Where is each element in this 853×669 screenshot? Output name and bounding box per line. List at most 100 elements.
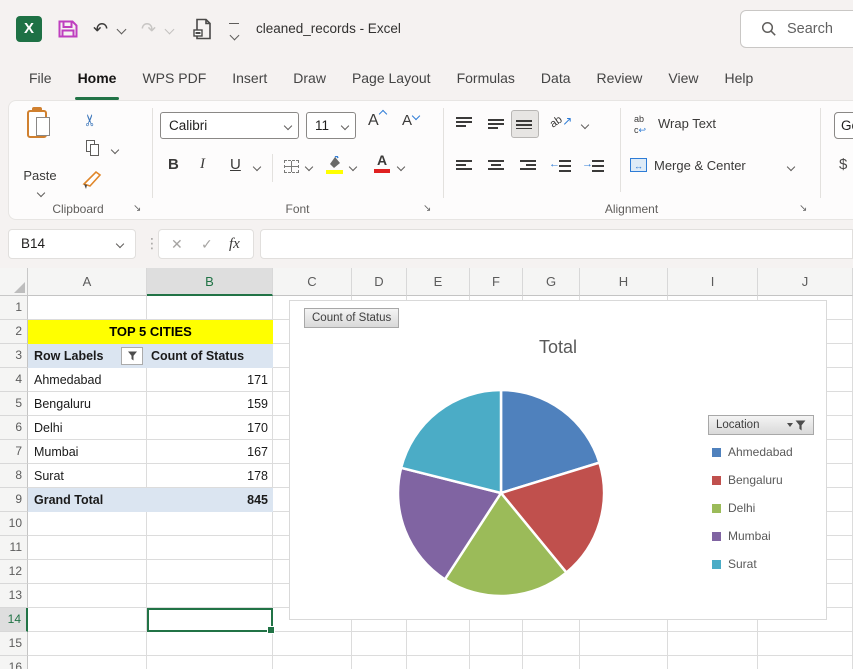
pivot-row-value[interactable]: 171 bbox=[147, 368, 273, 392]
row-header-15[interactable]: 15 bbox=[0, 632, 28, 656]
font-name-select[interactable]: Calibri bbox=[160, 112, 299, 139]
row-header-11[interactable]: 11 bbox=[0, 536, 28, 560]
font-color-button[interactable]: A bbox=[374, 153, 390, 173]
chart-field-button-count-of-status[interactable]: Count of Status bbox=[304, 308, 399, 328]
row-header-5[interactable]: 5 bbox=[0, 392, 28, 416]
legend-item-delhi[interactable]: Delhi bbox=[712, 501, 755, 515]
pie-chart[interactable] bbox=[391, 383, 611, 603]
align-middle-icon[interactable] bbox=[488, 117, 504, 129]
name-box[interactable]: B14 bbox=[8, 229, 136, 259]
pivot-grand-total-value[interactable]: 845 bbox=[147, 488, 273, 512]
tab-review[interactable]: Review bbox=[584, 58, 656, 100]
column-header-J[interactable]: J bbox=[758, 268, 853, 296]
legend-item-mumbai[interactable]: Mumbai bbox=[712, 529, 771, 543]
legend-item-ahmedabad[interactable]: Ahmedabad bbox=[712, 445, 793, 459]
chart-title[interactable]: Total bbox=[290, 337, 826, 358]
font-dialog-launcher-icon[interactable]: ↘ bbox=[423, 203, 431, 215]
pivot-grand-total-label[interactable]: Grand Total bbox=[28, 488, 147, 512]
accounting-format-button[interactable]: $ bbox=[839, 156, 847, 173]
column-header-F[interactable]: F bbox=[470, 268, 523, 296]
row-header-13[interactable]: 13 bbox=[0, 584, 28, 608]
column-header-C[interactable]: C bbox=[273, 268, 352, 296]
legend-item-surat[interactable]: Surat bbox=[712, 557, 757, 571]
select-all-corner[interactable] bbox=[0, 268, 28, 296]
font-size-select[interactable]: 11 bbox=[306, 112, 356, 139]
tab-data[interactable]: Data bbox=[528, 58, 584, 100]
merge-center-label[interactable]: Merge & Center bbox=[654, 158, 746, 173]
wrap-text-label[interactable]: Wrap Text bbox=[658, 116, 716, 131]
legend-item-bengaluru[interactable]: Bengaluru bbox=[712, 473, 783, 487]
column-header-D[interactable]: D bbox=[352, 268, 407, 296]
fill-color-button[interactable] bbox=[326, 156, 343, 174]
wrap-text-icon[interactable]: abc↩ bbox=[634, 113, 654, 135]
tab-insert[interactable]: Insert bbox=[219, 58, 280, 100]
merge-center-icon[interactable]: ↔ bbox=[630, 158, 647, 172]
alignment-dialog-launcher-icon[interactable]: ↘ bbox=[799, 203, 807, 215]
search-box[interactable]: Search bbox=[740, 10, 853, 48]
column-header-G[interactable]: G bbox=[523, 268, 580, 296]
tab-draw[interactable]: Draw bbox=[280, 58, 339, 100]
row-header-1[interactable]: 1 bbox=[0, 296, 28, 320]
pivot-row-label-ahmedabad[interactable]: Ahmedabad bbox=[28, 368, 147, 392]
formula-bar-drag-handle[interactable]: ⋮ bbox=[145, 235, 159, 252]
row-header-6[interactable]: 6 bbox=[0, 416, 28, 440]
formula-input[interactable] bbox=[260, 229, 853, 259]
align-bottom-selected[interactable] bbox=[511, 110, 539, 138]
name-box-chevron-icon[interactable] bbox=[116, 240, 124, 248]
row-labels-filter-button[interactable] bbox=[121, 347, 143, 365]
pivot-header-count-of-status[interactable]: Count of Status bbox=[147, 344, 273, 368]
tab-home[interactable]: Home bbox=[65, 58, 130, 100]
increase-font-size-button[interactable]: A bbox=[368, 112, 385, 130]
save-icon[interactable] bbox=[56, 17, 80, 41]
customize-quick-access-icon[interactable] bbox=[228, 23, 240, 44]
pivot-row-value[interactable]: 178 bbox=[147, 464, 273, 488]
cut-icon[interactable]: ✂ bbox=[81, 113, 101, 126]
pivot-row-value[interactable]: 159 bbox=[147, 392, 273, 416]
row-header-10[interactable]: 10 bbox=[0, 512, 28, 536]
column-header-E[interactable]: E bbox=[407, 268, 470, 296]
pivot-row-label-surat[interactable]: Surat bbox=[28, 464, 147, 488]
column-header-B[interactable]: B bbox=[147, 268, 273, 296]
row-header-14[interactable]: 14 bbox=[0, 608, 28, 632]
pivot-row-label-bengaluru[interactable]: Bengaluru bbox=[28, 392, 147, 416]
number-format-select[interactable]: Gen bbox=[834, 112, 853, 139]
excel-logo-icon[interactable]: X bbox=[16, 16, 42, 42]
selected-cell-b14[interactable] bbox=[147, 608, 273, 632]
tab-file[interactable]: File bbox=[16, 58, 65, 100]
align-center-icon[interactable] bbox=[488, 160, 504, 172]
print-preview-icon[interactable] bbox=[190, 16, 216, 42]
row-header-2[interactable]: 2 bbox=[0, 320, 28, 344]
format-painter-icon[interactable] bbox=[82, 170, 104, 190]
italic-button[interactable]: I bbox=[200, 156, 205, 173]
clipboard-dialog-launcher-icon[interactable]: ↘ bbox=[133, 203, 141, 215]
fill-handle[interactable] bbox=[267, 626, 275, 634]
pivot-row-value[interactable]: 167 bbox=[147, 440, 273, 464]
pivot-chart[interactable]: Count of Status Total Location Ahmedabad… bbox=[289, 300, 827, 620]
bold-button[interactable]: B bbox=[168, 156, 179, 173]
row-header-12[interactable]: 12 bbox=[0, 560, 28, 584]
borders-icon[interactable] bbox=[284, 160, 299, 173]
column-header-H[interactable]: H bbox=[580, 268, 668, 296]
align-top-icon[interactable] bbox=[456, 117, 472, 129]
pivot-row-label-delhi[interactable]: Delhi bbox=[28, 416, 147, 440]
chart-field-button-location[interactable]: Location bbox=[708, 415, 814, 435]
undo-chevron-icon[interactable] bbox=[117, 25, 127, 35]
copy-icon[interactable] bbox=[86, 140, 100, 156]
orientation-icon[interactable]: ab↗ bbox=[550, 112, 572, 130]
underline-button[interactable]: U bbox=[230, 156, 241, 173]
row-header-8[interactable]: 8 bbox=[0, 464, 28, 488]
column-header-I[interactable]: I bbox=[668, 268, 758, 296]
align-right-icon[interactable] bbox=[520, 160, 536, 172]
tab-help[interactable]: Help bbox=[712, 58, 767, 100]
tab-page-layout[interactable]: Page Layout bbox=[339, 58, 444, 100]
column-header-A[interactable]: A bbox=[28, 268, 147, 296]
tab-view[interactable]: View bbox=[655, 58, 711, 100]
enter-icon[interactable]: ✓ bbox=[201, 230, 213, 258]
pivot-row-value[interactable]: 170 bbox=[147, 416, 273, 440]
cancel-icon[interactable]: ✕ bbox=[171, 230, 183, 258]
align-left-icon[interactable] bbox=[456, 160, 472, 172]
decrease-font-size-button[interactable]: A bbox=[402, 112, 418, 129]
decrease-indent-icon[interactable]: ← bbox=[551, 160, 571, 172]
pivot-row-label-mumbai[interactable]: Mumbai bbox=[28, 440, 147, 464]
undo-icon[interactable]: ↶ bbox=[93, 17, 108, 41]
